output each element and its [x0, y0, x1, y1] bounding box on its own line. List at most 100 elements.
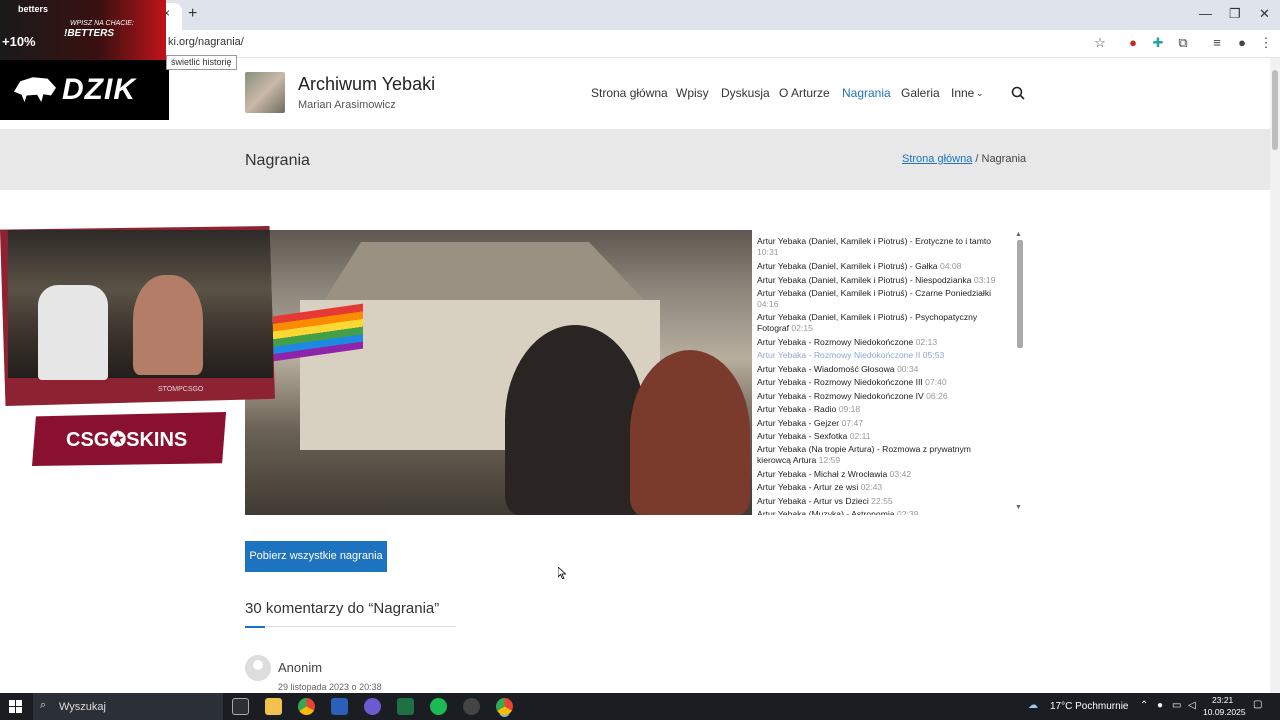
playlist-item[interactable]: Artur Yebaka - Michał z Wrocławia 03:42: [757, 469, 1007, 480]
chevron-down-icon: ⌄: [976, 88, 984, 98]
media-control-icon[interactable]: ≡: [1209, 35, 1225, 51]
nav-discussion[interactable]: Dyskusja: [721, 86, 770, 100]
playlist-item[interactable]: Artur Yebaka (Daniel, Kamilek i Piotruś)…: [757, 288, 1007, 310]
playlist-item[interactable]: Artur Yebaka - Rozmowy Niedokończone 02:…: [757, 337, 1007, 348]
chrome-active-icon[interactable]: [496, 698, 513, 715]
profile-avatar-icon[interactable]: ●: [1234, 35, 1250, 51]
translate-extension-icon[interactable]: ✚: [1150, 35, 1166, 51]
minimize-icon[interactable]: —: [1199, 6, 1212, 21]
site-logo-avatar[interactable]: [245, 72, 285, 113]
video-frame-person: [630, 350, 750, 515]
playlist-item[interactable]: Artur Yebaka - Rozmowy Niedokończone IV …: [757, 391, 1007, 402]
comment-author: Anonim: [278, 660, 323, 675]
playlist-item-title: Artur Yebaka - Rozmowy Niedokończone II: [757, 350, 921, 360]
close-window-icon[interactable]: ✕: [1259, 6, 1270, 22]
chrome-icon[interactable]: [298, 698, 315, 715]
webcam-feed: [8, 230, 273, 380]
video-frame-roof: [323, 242, 646, 302]
volume-icon[interactable]: ◁: [1188, 700, 1196, 711]
playlist-item-duration: 10:31: [757, 247, 779, 257]
betters-code: !BETTERS: [64, 28, 114, 39]
excel-icon[interactable]: [397, 698, 414, 715]
playlist-item-title: Artur Yebaka - Rozmowy Niedokończone IV: [757, 391, 924, 401]
betters-promo-text: WPISZ NA CHACIE:: [70, 20, 134, 27]
playlist-item-title: Artur Yebaka (Daniel, Kamilek i Piotruś)…: [757, 288, 992, 298]
playlist-item-duration: 04:08: [939, 261, 962, 271]
search-icon[interactable]: [1011, 86, 1025, 100]
playlist-item[interactable]: Artur Yebaka (Daniel, Kamilek i Piotruś)…: [757, 312, 1007, 334]
playlist-scrollbar[interactable]: [1017, 240, 1023, 348]
comments-divider-accent: [245, 626, 265, 628]
playlist-item-title: Artur Yebaka (Na tropie Artura) - Rozmow…: [757, 444, 971, 465]
playlist-item-title: Artur Yebaka (Daniel, Kamilek i Piotruś)…: [757, 275, 972, 285]
scroll-down-icon[interactable]: ▼: [1015, 504, 1022, 511]
nav-about[interactable]: O Arturze: [779, 86, 830, 100]
comment-date[interactable]: 29 listopada 2023 o 20:38: [278, 682, 382, 692]
clock-date[interactable]: 10.09.2025: [1203, 707, 1246, 717]
page-scrollbar[interactable]: [1270, 58, 1280, 693]
download-all-button[interactable]: Pobierz wszystkie nagrania: [245, 541, 387, 572]
playlist-item-title: Artur Yebaka - Rozmowy Niedokończone III: [757, 377, 923, 387]
weather-text[interactable]: 17°C Pochmurnie: [1050, 701, 1128, 712]
breadcrumb-home-link[interactable]: Strona główna: [902, 153, 972, 165]
playlist-item[interactable]: Artur Yebaka (Muzyka) - Astronomia 02:39: [757, 509, 1007, 515]
network-icon[interactable]: ▭: [1172, 700, 1181, 711]
taskbar-search[interactable]: ⌕ Wyszukaj: [33, 693, 223, 720]
address-bar[interactable]: ki.org/nagrania/: [168, 36, 244, 48]
app-icon[interactable]: [331, 698, 348, 715]
nav-posts[interactable]: Wpisy: [676, 86, 709, 100]
playlist-item[interactable]: Artur Yebaka (Daniel, Kamilek i Piotruś)…: [757, 261, 1007, 272]
playlist-item[interactable]: Artur Yebaka - Rozmowy Niedokończone III…: [757, 377, 1007, 388]
page-scrollbar-thumb[interactable]: [1272, 70, 1278, 150]
playlist-item[interactable]: Artur Yebaka (Daniel, Kamilek i Piotruś)…: [757, 275, 1007, 286]
nav-gallery[interactable]: Galeria: [901, 86, 940, 100]
microphone-icon[interactable]: ●: [1157, 700, 1163, 711]
playlist-item[interactable]: Artur Yebaka (Na tropie Artura) - Rozmow…: [757, 444, 1007, 466]
playlist-item[interactable]: Artur Yebaka (Daniel, Kamilek i Piotruś)…: [757, 236, 1007, 258]
breadcrumb-current: Nagrania: [981, 153, 1027, 165]
playlist-item[interactable]: Artur Yebaka - Wiadomość Głosowa 00:34: [757, 364, 1007, 375]
tray-chevron-icon[interactable]: ⌃: [1140, 700, 1148, 711]
spotify-icon[interactable]: [430, 698, 447, 715]
playlist-item-duration: 09:18: [838, 404, 861, 414]
windows-taskbar: ⌕ Wyszukaj ☁ 17°C Pochmurnie ⌃ ● ▭ ◁ 23:…: [0, 693, 1280, 720]
nav-home[interactable]: Strona główna: [591, 86, 668, 100]
playlist-item[interactable]: Artur Yebaka - Rozmowy Niedokończone II …: [757, 350, 1007, 361]
playlist-item-duration: 02:13: [915, 337, 938, 347]
playlist-item[interactable]: Artur Yebaka - Gejzer 07:47: [757, 418, 1007, 429]
streamer: [133, 275, 203, 375]
extension-icon[interactable]: ●: [1125, 35, 1141, 51]
comments-divider: [245, 626, 456, 627]
task-view-icon[interactable]: [232, 698, 249, 715]
playlist-item[interactable]: Artur Yebaka - Radio 09:18: [757, 404, 1007, 415]
comments-heading: 30 komentarzy do “Nagrania”: [245, 600, 440, 617]
video-player[interactable]: [245, 230, 752, 515]
video-frame-person: [505, 325, 645, 515]
browser-menu-icon[interactable]: ⋮: [1258, 35, 1274, 51]
betters-bonus: +10%: [2, 34, 36, 49]
playlist-item-title: Artur Yebaka - Wiadomość Głosowa: [757, 364, 895, 374]
betters-ad-overlay: betters +10% WPISZ NA CHACIE: !BETTERS: [0, 0, 166, 60]
notifications-icon[interactable]: ▢: [1253, 699, 1262, 710]
bookmark-star-icon[interactable]: ☆: [1092, 35, 1108, 51]
playlist-item[interactable]: Artur Yebaka - Artur ze wsi 02:43: [757, 482, 1007, 493]
extensions-puzzle-icon[interactable]: ⧉: [1175, 35, 1191, 51]
site-title[interactable]: Archiwum Yebaki: [298, 74, 435, 95]
new-tab-icon[interactable]: +: [188, 5, 197, 23]
page-title-band: Nagrania Strona główna / Nagrania: [0, 129, 1270, 190]
clock-time[interactable]: 23:21: [1212, 695, 1233, 705]
file-explorer-icon[interactable]: [265, 698, 282, 715]
windows-start-icon[interactable]: [9, 700, 22, 713]
playlist-item-duration: 12:59: [818, 455, 841, 465]
gaming-chair: [38, 285, 108, 380]
nav-more[interactable]: Inne: [951, 86, 974, 100]
playlist-item[interactable]: Artur Yebaka - Artur vs Dzieci 22:55: [757, 496, 1007, 507]
discord-icon[interactable]: [364, 698, 381, 715]
obs-icon[interactable]: [463, 698, 480, 715]
playlist-item[interactable]: Artur Yebaka - Sexfotka 02:11: [757, 431, 1007, 442]
nav-recordings[interactable]: Nagrania: [842, 86, 891, 100]
dzik-ad-overlay: DZIK: [0, 60, 169, 120]
playlist-item-duration: 04:16: [757, 299, 779, 309]
scroll-up-icon[interactable]: ▲: [1015, 231, 1022, 238]
restore-icon[interactable]: ❐: [1229, 6, 1241, 22]
